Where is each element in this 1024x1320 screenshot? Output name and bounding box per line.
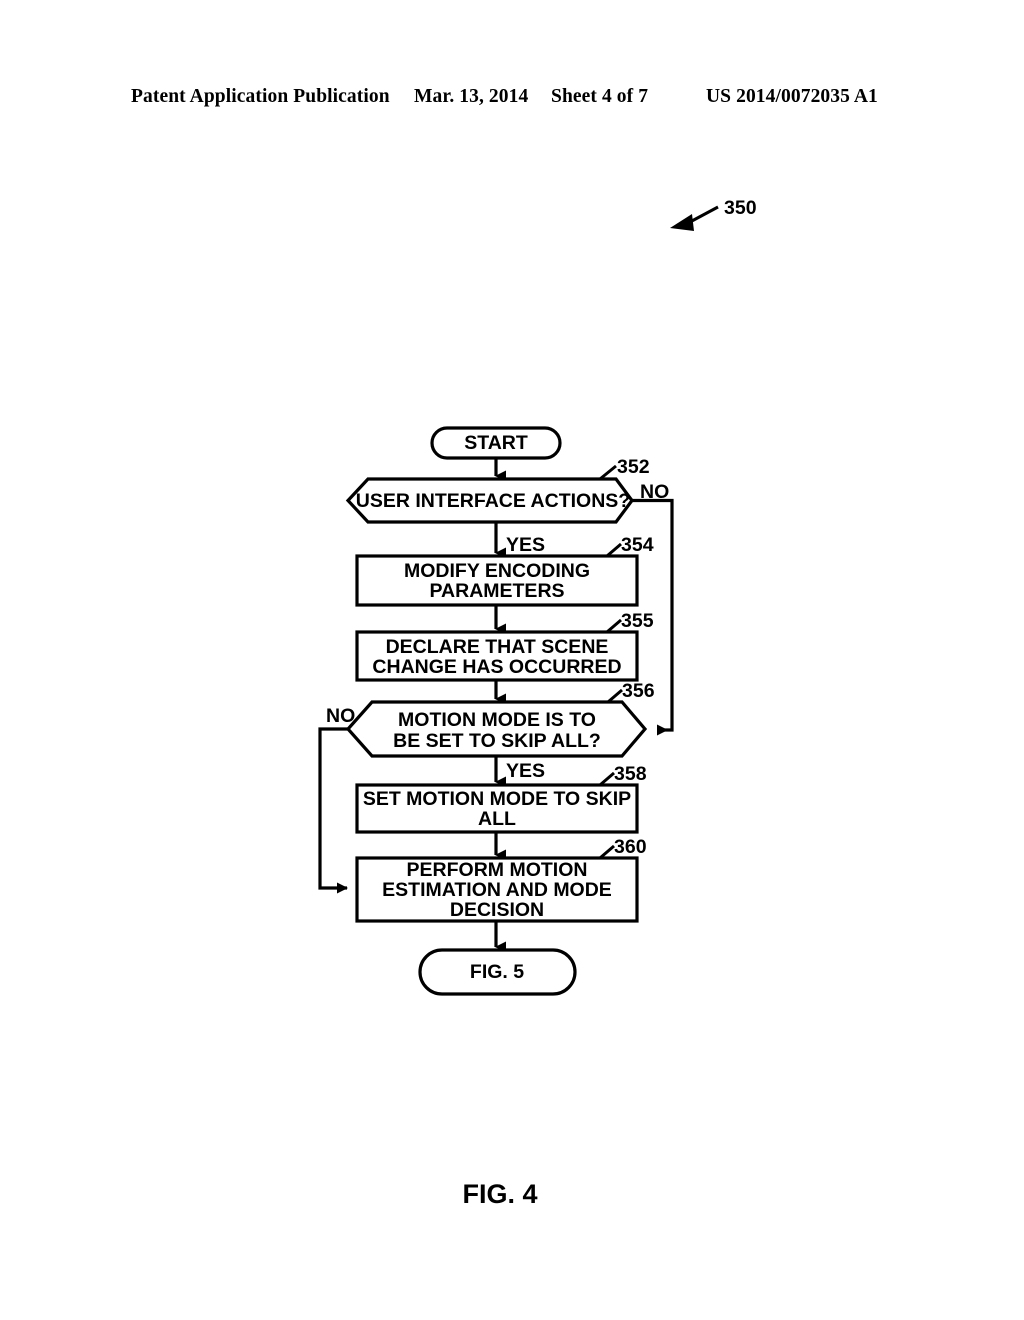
flow-node-358: SET MOTION MODE TO SKIP ALL [355,783,639,834]
flow-node-358-reference: 358 [599,763,647,787]
connector-352-yes-to-354: YES [494,522,545,559]
flow-node-355-label-line1: DECLARE THAT SCENE [386,636,609,658]
flow-node-end-label: FIG. 5 [470,961,524,983]
branch-label-356-yes: YES [506,760,545,782]
flow-node-354-reference: 354 [606,534,654,558]
flow-node-360-label-line1: PERFORM MOTION [407,859,588,881]
flow-node-360-label-line2: ESTIMATION AND MODE [382,879,612,901]
flow-node-352: USER INTERFACE ACTIONS? [345,477,634,524]
flow-node-356: MOTION MODE IS TO BE SET TO SKIP ALL? [345,700,648,758]
branch-label-356-no: NO [326,705,355,727]
flow-node-354: MODIFY ENCODING PARAMETERS [355,554,639,607]
flow-node-358-reference-label: 358 [614,763,647,785]
flow-node-end: FIG. 5 [418,948,577,996]
flow-node-355: DECLARE THAT SCENE CHANGE HAS OCCURRED [355,630,639,682]
flow-node-354-reference-label: 354 [621,534,654,556]
flow-node-start-label: START [464,432,528,454]
patent-figure-4: 350 START USER INTERFACE ACTIONS? 352 NO… [0,0,1024,1320]
flow-node-352-reference: 352 [599,456,650,481]
branch-label-352-yes: YES [506,534,545,556]
flow-node-360-reference-label: 360 [614,836,647,858]
flow-node-360: PERFORM MOTION ESTIMATION AND MODE DECIS… [355,856,639,923]
flow-node-358-label-line1: SET MOTION MODE TO SKIP [363,788,631,810]
flow-node-360-reference: 360 [599,836,647,860]
flow-node-355-reference: 355 [606,610,654,634]
flow-node-356-label-line1: MOTION MODE IS TO [398,709,596,731]
flow-node-352-reference-label: 352 [617,456,650,478]
flow-node-start: START [430,426,562,460]
flow-node-356-reference: 356 [607,680,655,704]
flow-node-356-label-line2: BE SET TO SKIP ALL? [393,730,601,752]
flow-node-358-label-line2: ALL [478,808,516,830]
flow-node-355-reference-label: 355 [621,610,654,632]
branch-label-352-no: NO [640,481,669,503]
flow-node-355-label-line2: CHANGE HAS OCCURRED [372,656,621,678]
flow-node-360-label-line3: DECISION [450,899,544,921]
figure-reference-350: 350 [670,197,757,231]
flow-node-354-label-line2: PARAMETERS [429,580,564,602]
connector-356-yes-to-358: YES [494,756,545,788]
flow-node-354-label-line1: MODIFY ENCODING [404,560,590,582]
flow-node-356-reference-label: 356 [622,680,655,702]
flow-node-352-label: USER INTERFACE ACTIONS? [356,490,630,512]
figure-reference-350-label: 350 [724,197,757,219]
figure-caption: FIG. 4 [462,1179,537,1209]
